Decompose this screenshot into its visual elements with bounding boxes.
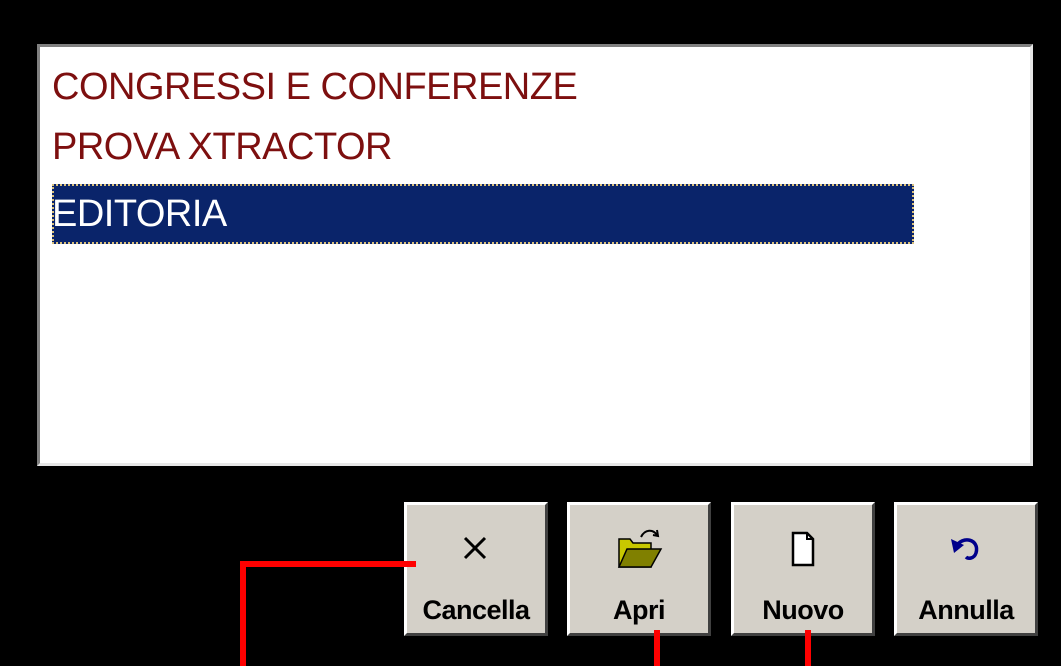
cancella-label: Cancella	[422, 595, 530, 625]
undo-icon	[951, 538, 979, 560]
annotation-line-horizontal	[240, 561, 416, 567]
list-item-selected[interactable]: EDITORIA	[52, 184, 914, 244]
close-icon	[463, 536, 487, 560]
annotation-line-apri	[654, 630, 660, 666]
annulla-button[interactable]: Annulla	[894, 502, 1038, 636]
annotation-line-cancella	[240, 561, 246, 666]
apri-label: Apri	[613, 595, 666, 625]
annotation-line-nuovo	[805, 630, 811, 666]
nuovo-button[interactable]: Nuovo	[731, 502, 875, 636]
annulla-label: Annulla	[918, 595, 1014, 625]
list-item[interactable]: PROVA XTRACTOR	[52, 117, 393, 177]
cancella-button[interactable]: Cancella	[404, 502, 548, 636]
dialog-panel: CONGRESSI E CONFERENZE PROVA XTRACTOR ED…	[0, 0, 1061, 666]
list-item[interactable]: CONGRESSI E CONFERENZE	[52, 57, 578, 117]
nuovo-label: Nuovo	[762, 595, 844, 625]
open-folder-icon	[617, 529, 663, 568]
new-document-icon	[791, 531, 815, 567]
project-listbox[interactable]: CONGRESSI E CONFERENZE PROVA XTRACTOR ED…	[37, 44, 1033, 466]
apri-button[interactable]: Apri	[567, 502, 711, 636]
